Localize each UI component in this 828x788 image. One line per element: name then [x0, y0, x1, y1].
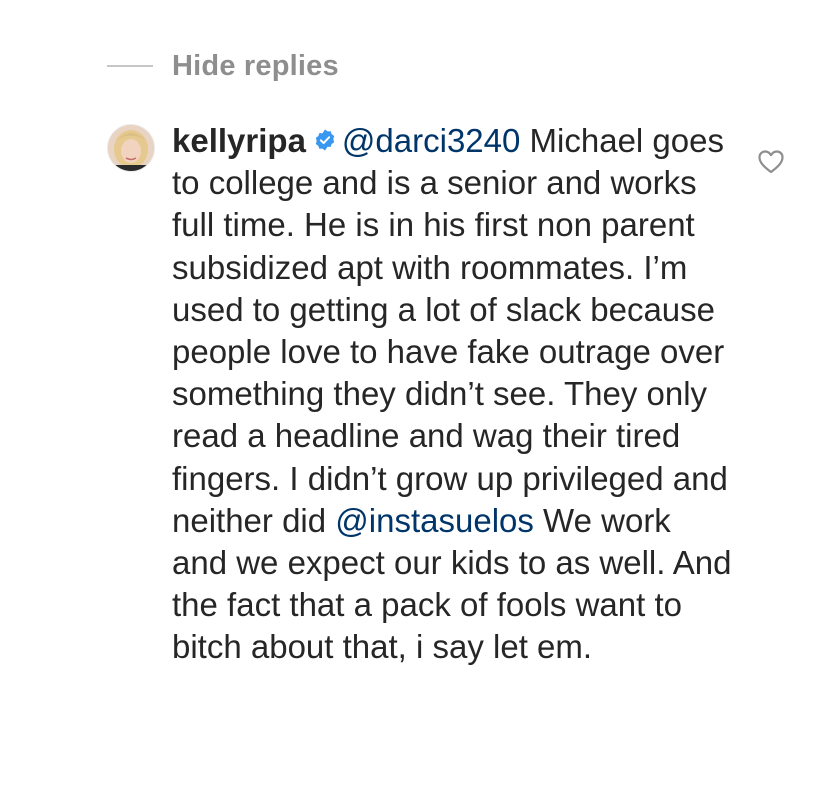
reply-body-part-1: Michael goes to college and is a senior …: [172, 122, 728, 539]
mention-link[interactable]: @darci3240: [342, 122, 520, 159]
verified-badge-icon: [315, 129, 335, 151]
mention-link[interactable]: @instasuelos: [335, 502, 534, 539]
replies-divider-line: [107, 65, 153, 67]
reply-username[interactable]: kellyripa: [172, 122, 306, 159]
hide-replies-button[interactable]: Hide replies: [107, 44, 339, 88]
reply-text: kellyripa @darci3240 Michael goes to coll…: [172, 120, 732, 669]
avatar[interactable]: [107, 124, 155, 172]
previous-comment-cutoff: [0, 0, 828, 8]
hide-replies-label: Hide replies: [172, 49, 339, 82]
heart-outline-icon[interactable]: [758, 150, 784, 174]
